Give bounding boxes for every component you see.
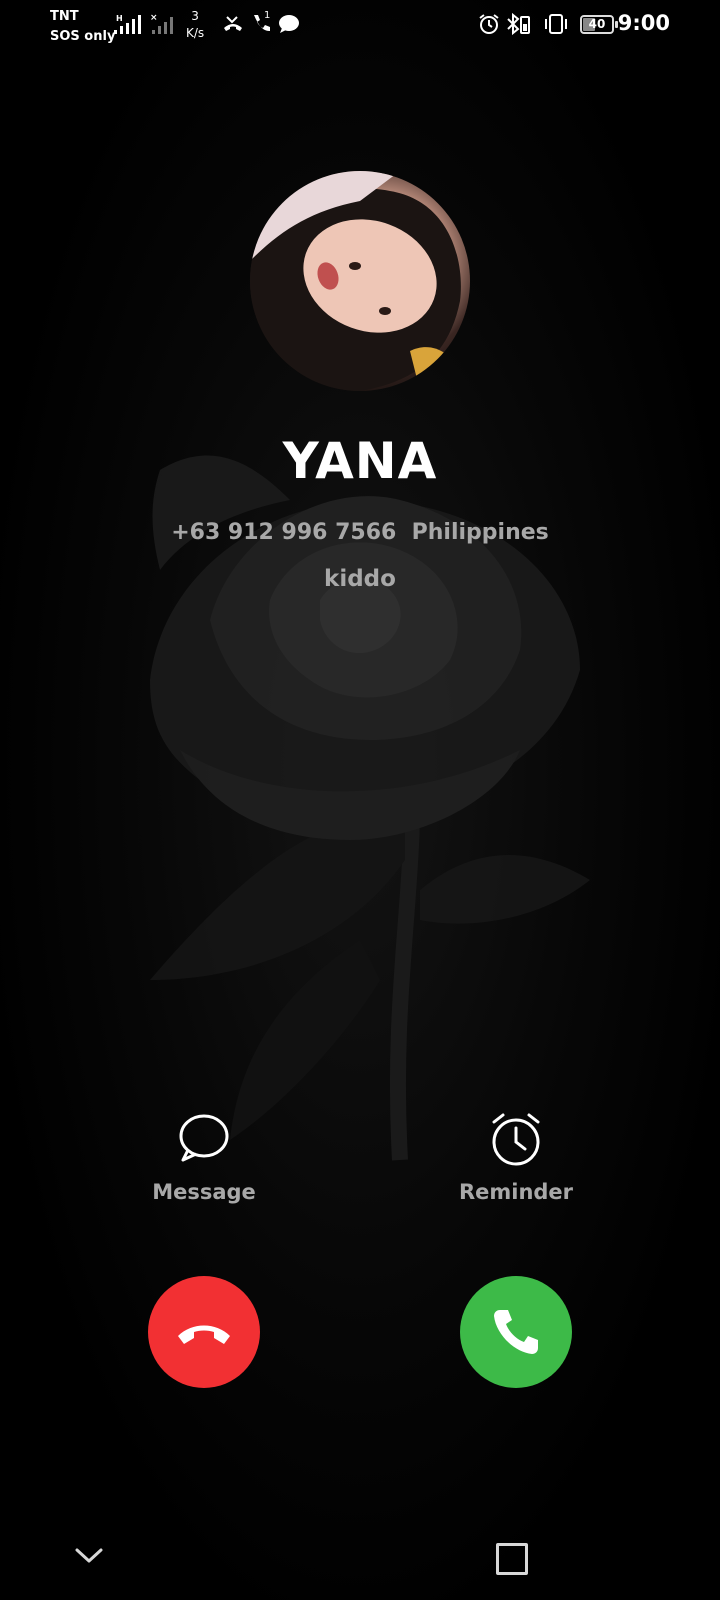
network-speed: 3 K/s (186, 8, 204, 42)
status-bar: TNT SOS only H × 3 K/s 1 40 9:00 (0, 0, 720, 50)
caller-avatar (250, 171, 470, 391)
signal-weak-icon: × (150, 13, 173, 34)
svg-text:H: H (116, 14, 123, 23)
missed-call-icon (224, 16, 242, 31)
carrier-status: SOS only (50, 29, 116, 44)
reminder-button[interactable]: Reminder (436, 1110, 596, 1204)
avatar-photo (250, 171, 461, 391)
bluetooth-battery-icon (507, 12, 530, 36)
decline-call-button[interactable] (148, 1276, 260, 1388)
alarm-icon (479, 14, 499, 34)
recents-square-icon[interactable] (496, 1543, 528, 1575)
phone-hangup-icon (178, 1325, 230, 1344)
svg-text:×: × (150, 13, 158, 23)
battery-level: 40 (588, 17, 606, 31)
message-label: Message (152, 1180, 256, 1204)
message-notification-icon (279, 15, 299, 33)
reminder-label: Reminder (458, 1180, 574, 1204)
caller-number-location: +63 912 996 7566 Philippines (171, 520, 549, 545)
alarm-clock-icon (492, 1113, 540, 1166)
message-button[interactable]: Message (124, 1110, 284, 1204)
status-time: 9:00 (617, 11, 670, 35)
missed-call-count: 1 (264, 10, 271, 21)
caller-name: YANA (282, 432, 438, 490)
message-icon (179, 1114, 229, 1162)
carrier-name: TNT (50, 9, 79, 24)
caller-label: kiddo (324, 566, 396, 592)
battery-icon: 40 (580, 15, 618, 34)
carrier-info: TNT SOS only (50, 7, 115, 47)
network-speed-unit: K/s (186, 26, 205, 40)
chevron-down-icon[interactable] (74, 1545, 104, 1565)
signal-icon: H (114, 14, 141, 34)
phone-answer-icon (494, 1310, 538, 1354)
incoming-call-screen: TNT SOS only H × 3 K/s 1 40 9:00 YANA +6… (0, 0, 720, 1600)
accept-call-button[interactable] (460, 1276, 572, 1388)
network-speed-value: 3 (191, 9, 199, 23)
vibrate-icon (545, 14, 567, 34)
